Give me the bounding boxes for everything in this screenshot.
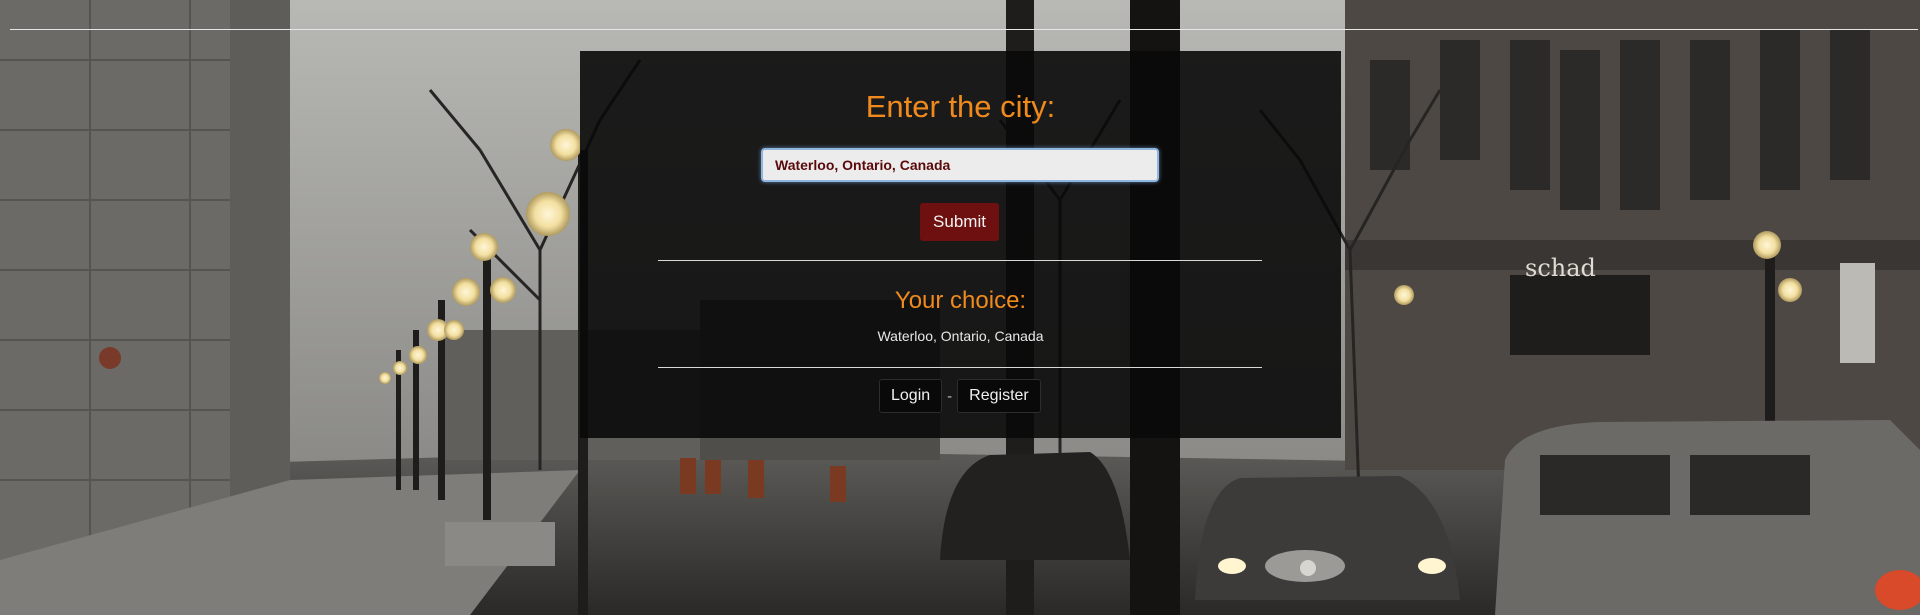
submit-button[interactable]: Submit — [920, 203, 999, 241]
login-button[interactable]: Login — [879, 379, 943, 413]
background-photo: schad Enter the city: Waterloo, Ontario,… — [0, 0, 1920, 615]
city-form-panel: Enter the city: Submit Your choice: Wate… — [580, 51, 1341, 438]
choice-value: Waterloo, Ontario, Canada — [877, 328, 1044, 344]
auth-separator: - — [947, 387, 953, 405]
form-heading: Enter the city: — [865, 89, 1056, 124]
storefront-sign: schad — [1525, 254, 1596, 282]
city-input[interactable] — [761, 148, 1159, 182]
register-button[interactable]: Register — [957, 379, 1041, 413]
auth-links: Login - Register — [879, 378, 1041, 414]
section-divider — [658, 367, 1262, 368]
top-divider — [10, 29, 1918, 30]
section-divider — [658, 260, 1262, 261]
choice-heading: Your choice: — [894, 287, 1027, 314]
